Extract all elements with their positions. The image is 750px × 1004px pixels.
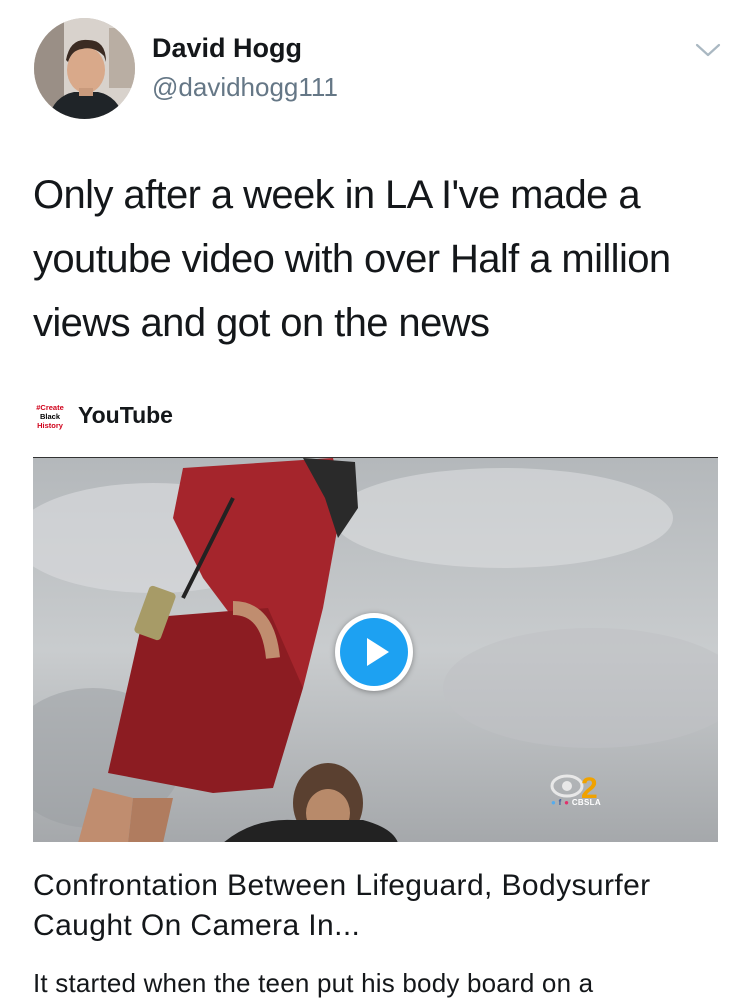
play-button[interactable] (335, 613, 413, 691)
channel-tag-text: CBSLA (571, 798, 601, 807)
card-title[interactable]: Confrontation Between Lifeguard, Bodysur… (33, 866, 723, 946)
svg-text:#Create: #Create (36, 403, 64, 412)
card-source: YouTube (78, 402, 173, 428)
avatar[interactable] (34, 18, 135, 119)
chevron-down-icon[interactable] (694, 40, 722, 60)
author-handle[interactable]: @davidhogg111 (152, 72, 338, 103)
author-name[interactable]: David Hogg (152, 33, 302, 64)
card-description: It started when the teen put his body bo… (33, 968, 594, 998)
svg-text:Black: Black (40, 412, 61, 421)
avatar-photo (34, 18, 135, 119)
tweet-text: Only after a week in LA I've made a yout… (33, 173, 671, 345)
svg-text:History: History (37, 421, 64, 430)
channel-tag: ● f ● CBSLA (551, 798, 601, 807)
source-logo: #Create Black History (34, 402, 66, 432)
play-icon (340, 618, 408, 686)
video-card[interactable]: 2 ● f ● CBSLA (33, 457, 718, 842)
